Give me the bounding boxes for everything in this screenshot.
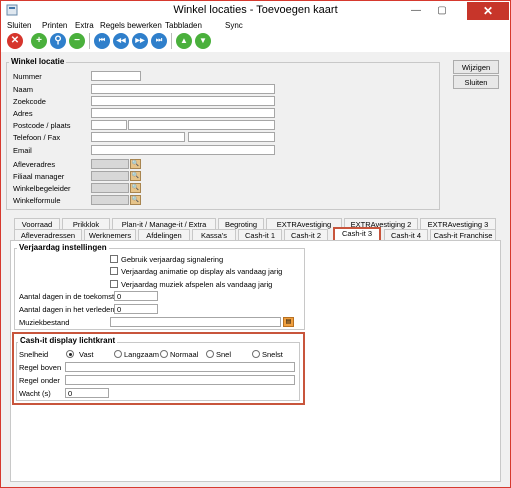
tab-cash-it-4[interactable]: Cash-it 4 bbox=[384, 229, 428, 240]
speed-normaal-radio[interactable] bbox=[160, 350, 168, 358]
regel-onder-label: Regel onder bbox=[19, 376, 60, 385]
winkelformule-lookup-button[interactable]: 🔍 bbox=[130, 195, 141, 205]
filiaal-label: Filiaal manager bbox=[13, 172, 65, 181]
adres-input[interactable] bbox=[91, 108, 275, 118]
animatie-checkbox[interactable] bbox=[110, 267, 118, 275]
muziekbestand-input[interactable] bbox=[110, 317, 281, 327]
speed-vast-radio[interactable] bbox=[66, 350, 74, 358]
filiaal-field bbox=[91, 171, 129, 181]
menu-regels-bewerken[interactable]: Regels bewerken bbox=[100, 21, 162, 30]
winkelbegeleider-field bbox=[91, 183, 129, 193]
winkel-locatie-title: Winkel locatie bbox=[9, 57, 67, 66]
speed-snel-label: Snel bbox=[216, 350, 232, 359]
up-icon[interactable]: ▲ bbox=[176, 33, 192, 49]
zoekcode-input[interactable] bbox=[91, 96, 275, 106]
telefoon-input[interactable] bbox=[91, 132, 185, 142]
toolbar-separator bbox=[89, 33, 90, 49]
tab-cash-it-2[interactable]: Cash-it 2 bbox=[284, 229, 328, 240]
nummer-label: Nummer bbox=[13, 72, 42, 81]
signalering-label: Gebruik verjaardag signalering bbox=[121, 255, 224, 264]
previous-icon[interactable]: ◀◀ bbox=[113, 33, 129, 49]
winkelbegeleider-lookup-button[interactable]: 🔍 bbox=[130, 183, 141, 193]
minimize-button[interactable]: — bbox=[407, 2, 425, 20]
down-icon[interactable]: ▼ bbox=[195, 33, 211, 49]
regel-boven-label: Regel boven bbox=[19, 363, 62, 372]
verleden-label: Aantal dagen in het verleden bbox=[19, 305, 115, 314]
title-bar: Winkel locaties - Toevoegen kaart — ▢ ✕ bbox=[1, 1, 510, 20]
wijzigen-button[interactable]: Wijzigen bbox=[453, 60, 499, 74]
speed-vast-label: Vast bbox=[79, 350, 94, 359]
fax-input[interactable] bbox=[188, 132, 275, 142]
tab-afleveradressen[interactable]: Afleveradressen bbox=[14, 229, 82, 240]
speed-snelst-label: Snelst bbox=[262, 350, 283, 359]
postcode-label: Postcode / plaats bbox=[13, 121, 71, 130]
verjaardag-title: Verjaardag instellingen bbox=[17, 243, 109, 252]
postcode-input[interactable] bbox=[91, 120, 127, 130]
folder-icon[interactable]: ▤ bbox=[283, 317, 294, 327]
naam-input[interactable] bbox=[91, 84, 275, 94]
tab-extravestiging-3[interactable]: EXTRAvestiging 3 bbox=[420, 218, 496, 229]
afleveradres-label: Afleveradres bbox=[13, 160, 56, 169]
search-icon[interactable]: ⚲ bbox=[50, 33, 66, 49]
telefoon-label: Telefoon / Fax bbox=[13, 133, 61, 142]
regel-onder-input[interactable] bbox=[65, 375, 295, 385]
speed-langzaam-label: Langzaam bbox=[124, 350, 160, 359]
toekomst-label: Aantal dagen in de toekomst bbox=[19, 292, 115, 301]
tab-cash-it-franchise[interactable]: Cash-it Franchise bbox=[430, 229, 496, 240]
signalering-checkbox[interactable] bbox=[110, 255, 118, 263]
lichtkrant-title: Cash-it display lichtkrant bbox=[18, 336, 118, 345]
delete-icon[interactable]: ✕ bbox=[7, 33, 23, 49]
afleveradres-lookup-button[interactable]: 🔍 bbox=[130, 159, 141, 169]
regel-boven-input[interactable] bbox=[65, 362, 295, 372]
speed-langzaam-radio[interactable] bbox=[114, 350, 122, 358]
speed-normaal-label: Normaal bbox=[170, 350, 199, 359]
next-icon[interactable]: ▶▶ bbox=[132, 33, 148, 49]
menu-sluiten[interactable]: Sluiten bbox=[7, 21, 31, 30]
animatie-label: Verjaardag animatie op display als vanda… bbox=[121, 267, 283, 276]
nummer-input[interactable] bbox=[91, 71, 141, 81]
snelheid-label: Snelheid bbox=[19, 350, 49, 359]
menu-extra[interactable]: Extra bbox=[75, 21, 94, 30]
zoekcode-label: Zoekcode bbox=[13, 97, 46, 106]
wacht-input[interactable]: 0 bbox=[65, 388, 109, 398]
sluiten-button[interactable]: Sluiten bbox=[453, 75, 499, 89]
toolbar-separator bbox=[171, 33, 172, 49]
verleden-input[interactable]: 0 bbox=[114, 304, 158, 314]
tab-afdelingen[interactable]: Afdelingen bbox=[138, 229, 190, 240]
menu-printen[interactable]: Printen bbox=[42, 21, 67, 30]
menu-tabbladen[interactable]: Tabbladen bbox=[165, 21, 202, 30]
winkelformule-field bbox=[91, 195, 129, 205]
tab-prikklok[interactable]: Prikklok bbox=[62, 218, 110, 229]
tab-kassas[interactable]: Kassa's bbox=[192, 229, 236, 240]
tab-extravestiging[interactable]: EXTRAvestiging bbox=[266, 218, 342, 229]
maximize-button[interactable]: ▢ bbox=[433, 2, 451, 20]
toekomst-input[interactable]: 0 bbox=[114, 291, 158, 301]
winkelbegeleider-label: Winkelbegeleider bbox=[13, 184, 71, 193]
speed-snel-radio[interactable] bbox=[206, 350, 214, 358]
naam-label: Naam bbox=[13, 85, 34, 94]
muziekbestand-label: Muziekbestand bbox=[19, 318, 70, 327]
email-input[interactable] bbox=[91, 145, 275, 155]
plaats-input[interactable] bbox=[128, 120, 275, 130]
tab-cash-it-1[interactable]: Cash-it 1 bbox=[238, 229, 282, 240]
adres-label: Adres bbox=[13, 109, 33, 118]
last-icon[interactable]: ⏭ bbox=[151, 33, 167, 49]
winkelformule-label: Winkelformule bbox=[13, 196, 61, 205]
remove-icon[interactable]: − bbox=[69, 33, 85, 49]
tab-werknemers[interactable]: Werknemers bbox=[84, 229, 136, 240]
speed-snelst-radio[interactable] bbox=[252, 350, 260, 358]
afleveradres-field bbox=[91, 159, 129, 169]
wacht-label: Wacht (s) bbox=[19, 389, 51, 398]
tab-voorraad[interactable]: Voorraad bbox=[14, 218, 60, 229]
tab-begroting[interactable]: Begroting bbox=[218, 218, 264, 229]
muziek-label: Verjaardag muziek afspelen als vandaag j… bbox=[121, 280, 273, 289]
menu-sync[interactable]: Sync bbox=[225, 21, 243, 30]
add-icon[interactable]: + bbox=[31, 33, 47, 49]
filiaal-lookup-button[interactable]: 🔍 bbox=[130, 171, 141, 181]
tab-plan-it[interactable]: Plan-it / Manage-it / Extra bbox=[112, 218, 216, 229]
email-label: Email bbox=[13, 146, 32, 155]
first-icon[interactable]: ⏮ bbox=[94, 33, 110, 49]
muziek-checkbox[interactable] bbox=[110, 280, 118, 288]
close-button[interactable]: ✕ bbox=[467, 2, 509, 20]
